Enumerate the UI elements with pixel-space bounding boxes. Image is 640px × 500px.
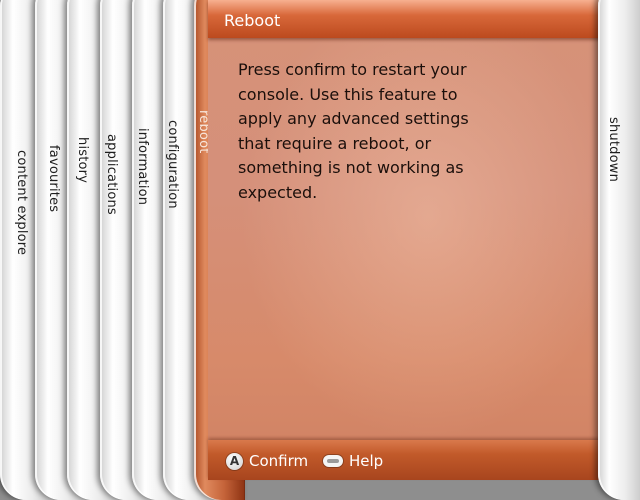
blade-label-applications: applications [104, 134, 119, 215]
content-panel: Reboot Press confirm to restart your con… [208, 0, 628, 480]
blade-label-history: history [75, 137, 90, 184]
confirm-button[interactable]: A Confirm [226, 450, 308, 472]
footer-bar: A Confirm Help [208, 440, 628, 480]
blade-label-configuration: configuration [165, 120, 180, 209]
panel-title: Reboot [224, 11, 281, 30]
blade-label-information: information [135, 128, 150, 206]
back-button-icon [323, 455, 343, 467]
title-bar: Reboot [208, 0, 628, 38]
panel-description: Press confirm to restart your console. U… [238, 60, 469, 202]
blade-shutdown[interactable]: shutdown [598, 0, 640, 500]
blade-label-favourites: favourites [46, 145, 61, 213]
confirm-label: Confirm [249, 452, 309, 470]
a-button-icon: A [226, 452, 243, 470]
blade-label-shutdown: shutdown [606, 117, 621, 183]
help-button[interactable]: Help [323, 450, 383, 472]
help-label: Help [349, 452, 384, 470]
blade-label-content-explore: content explore [14, 150, 29, 256]
